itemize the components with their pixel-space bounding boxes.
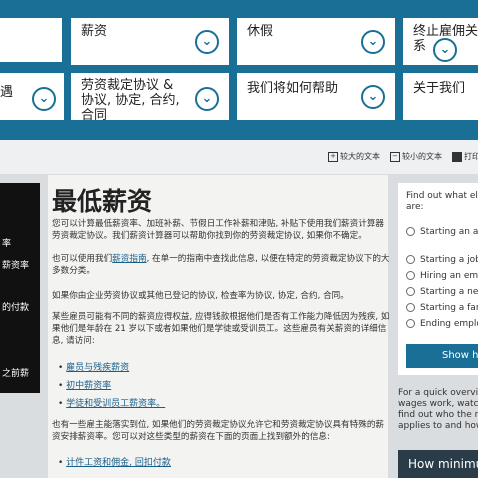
list-item[interactable]: • 学徒和受训员工薪资率。 xyxy=(58,396,165,409)
smaller-text-button[interactable]: − 较小的文本 xyxy=(390,151,442,162)
larger-text-label: 较大的文本 xyxy=(340,152,380,161)
chevron-down-icon[interactable]: ⌄ xyxy=(32,87,56,111)
chevron-down-icon[interactable]: ⌄ xyxy=(195,30,219,54)
radio-option[interactable]: Ending employment xyxy=(406,319,478,329)
sidebar-item-payments[interactable]: 的付款 xyxy=(2,300,29,313)
nav-tile-label: 劳资裁定协议 & 协议, 协定, 合约, 合同 xyxy=(81,78,180,120)
radio-icon[interactable] xyxy=(406,255,415,264)
sidebar-item-previous-pay[interactable]: 之前薪 xyxy=(2,366,29,379)
list-item-link[interactable]: 雇员与残疾薪资 xyxy=(66,363,129,373)
video-link-box[interactable]: How minimum wages xyxy=(398,450,478,478)
list-item-link[interactable]: 学徒和受训员工薪资率。 xyxy=(66,399,165,409)
radio-icon[interactable] xyxy=(406,287,415,296)
radio-icon[interactable] xyxy=(406,319,415,328)
radio-label: Hiring an employee xyxy=(420,271,478,281)
paragraph-agreements: 如果你由企业劳资协议或其他已登记的协议, 检查率为协议, 协定, 合约, 合同。 xyxy=(52,291,349,301)
nav-tile-leave[interactable]: 休假 ⌄ xyxy=(237,18,395,65)
chevron-down-icon[interactable]: ⌄ xyxy=(361,30,385,54)
radio-icon[interactable] xyxy=(406,303,415,312)
nav-tile-partial[interactable] xyxy=(0,18,62,62)
radio-label: Starting a new business xyxy=(420,287,478,297)
overview-line: find out who the national xyxy=(398,410,478,420)
sidebar-item-rate[interactable]: 率 xyxy=(2,236,11,249)
radio-option[interactable]: Hiring an employee xyxy=(406,271,478,281)
paragraph-special-arrangements: 也有一些雇主能落实到位, 如果他们的劳资裁定协议允许它和劳资裁定协议具有特殊的薪… xyxy=(52,420,385,442)
nav-tile-label: 休假 xyxy=(247,24,274,39)
overview-line: applies to and how c xyxy=(398,421,478,431)
printer-icon xyxy=(452,151,462,162)
chevron-down-icon[interactable]: ⌄ xyxy=(361,85,385,109)
radio-option[interactable]: Starting a family xyxy=(406,303,478,313)
list-item[interactable]: • 初中薪资率 xyxy=(58,378,111,391)
radio-label: Ending employment xyxy=(420,319,478,329)
list-item-link[interactable]: 初中薪资率 xyxy=(66,381,111,391)
paragraph-intro: 您可以计算最低薪资率、加班补薪、节假日工作补薪和津贴, 补贴下使用我们薪资计算器… xyxy=(52,219,385,241)
chevron-down-icon[interactable]: ⌄ xyxy=(195,87,219,111)
page-title: 最低薪资 xyxy=(52,187,153,216)
print-button[interactable]: 打印 xyxy=(452,151,478,162)
radio-label: Starting an apprenticeship or traineeshi… xyxy=(420,227,478,237)
nav-tile-label: 我们将如何帮助 xyxy=(247,81,339,96)
radio-label: Starting a job xyxy=(420,255,478,265)
nav-tile-partial-2[interactable]: 遇 ⌄ xyxy=(0,73,64,120)
overview-text: For a quick overview of wages work, watc… xyxy=(398,388,478,432)
overview-line: For a quick overview of xyxy=(398,388,478,398)
print-label: 打印 xyxy=(464,152,478,161)
nav-tile-about-us[interactable]: 关于我们 xyxy=(403,73,478,120)
radio-icon[interactable] xyxy=(406,227,415,236)
sidebar-item-pay-rate[interactable]: 薪资率 xyxy=(2,258,29,271)
larger-text-button[interactable]: + 较大的文本 xyxy=(328,151,380,162)
list-item[interactable]: • 计件工资和佣金, 回扣付款 xyxy=(58,455,171,468)
show-help-button[interactable]: Show help xyxy=(406,344,478,368)
nav-tile-awards-agreements[interactable]: 劳资裁定协议 & 协议, 协定, 合约, 合同 ⌄ xyxy=(71,73,229,120)
nav-tile-termination[interactable]: 终止雇佣关系 ⌄ xyxy=(403,18,478,65)
minus-icon: − xyxy=(390,151,400,162)
paragraph-guide: 也可以使用我们薪资指南, 在单一的指南中查找此信息, 以便在特定的劳资裁定协议下… xyxy=(52,253,392,277)
sidebar xyxy=(0,183,40,393)
nav-tile-label: 关于我们 xyxy=(413,81,466,96)
nav-tile-wages[interactable]: 薪资 ⌄ xyxy=(71,18,229,65)
pay-guide-link[interactable]: 薪资指南 xyxy=(112,254,146,264)
overview-line: wages work, watch our xyxy=(398,399,478,409)
radio-icon[interactable] xyxy=(406,271,415,280)
radio-option[interactable]: Starting a new business xyxy=(406,287,478,297)
smaller-text-label: 较小的文本 xyxy=(402,152,442,161)
list-item-link[interactable]: 计件工资和佣金, 回扣付款 xyxy=(66,458,171,468)
paragraph-entitlements: 某些雇员可能有不同的薪资应得权益, 应得钱款根据他们是否有工作能力降低因为残疾,… xyxy=(52,312,390,346)
nav-tile-how-we-help[interactable]: 我们将如何帮助 ⌄ xyxy=(237,73,395,120)
chevron-down-icon[interactable]: ⌄ xyxy=(433,38,457,62)
paragraph-text: 也可以使用我们 xyxy=(52,254,113,264)
plus-icon: + xyxy=(328,151,338,162)
nav-tile-label: 薪资 xyxy=(81,24,108,39)
radio-option[interactable]: Starting a job xyxy=(406,255,478,265)
list-item[interactable]: • 雇员与残疾薪资 xyxy=(58,360,129,373)
radio-option[interactable]: Starting an apprenticeship or traineeshi… xyxy=(406,227,478,237)
nav-tile-label: 遇 xyxy=(0,85,14,100)
panel-title: Find out what else if you are: xyxy=(406,191,478,212)
radio-label: Starting a family xyxy=(420,303,478,313)
